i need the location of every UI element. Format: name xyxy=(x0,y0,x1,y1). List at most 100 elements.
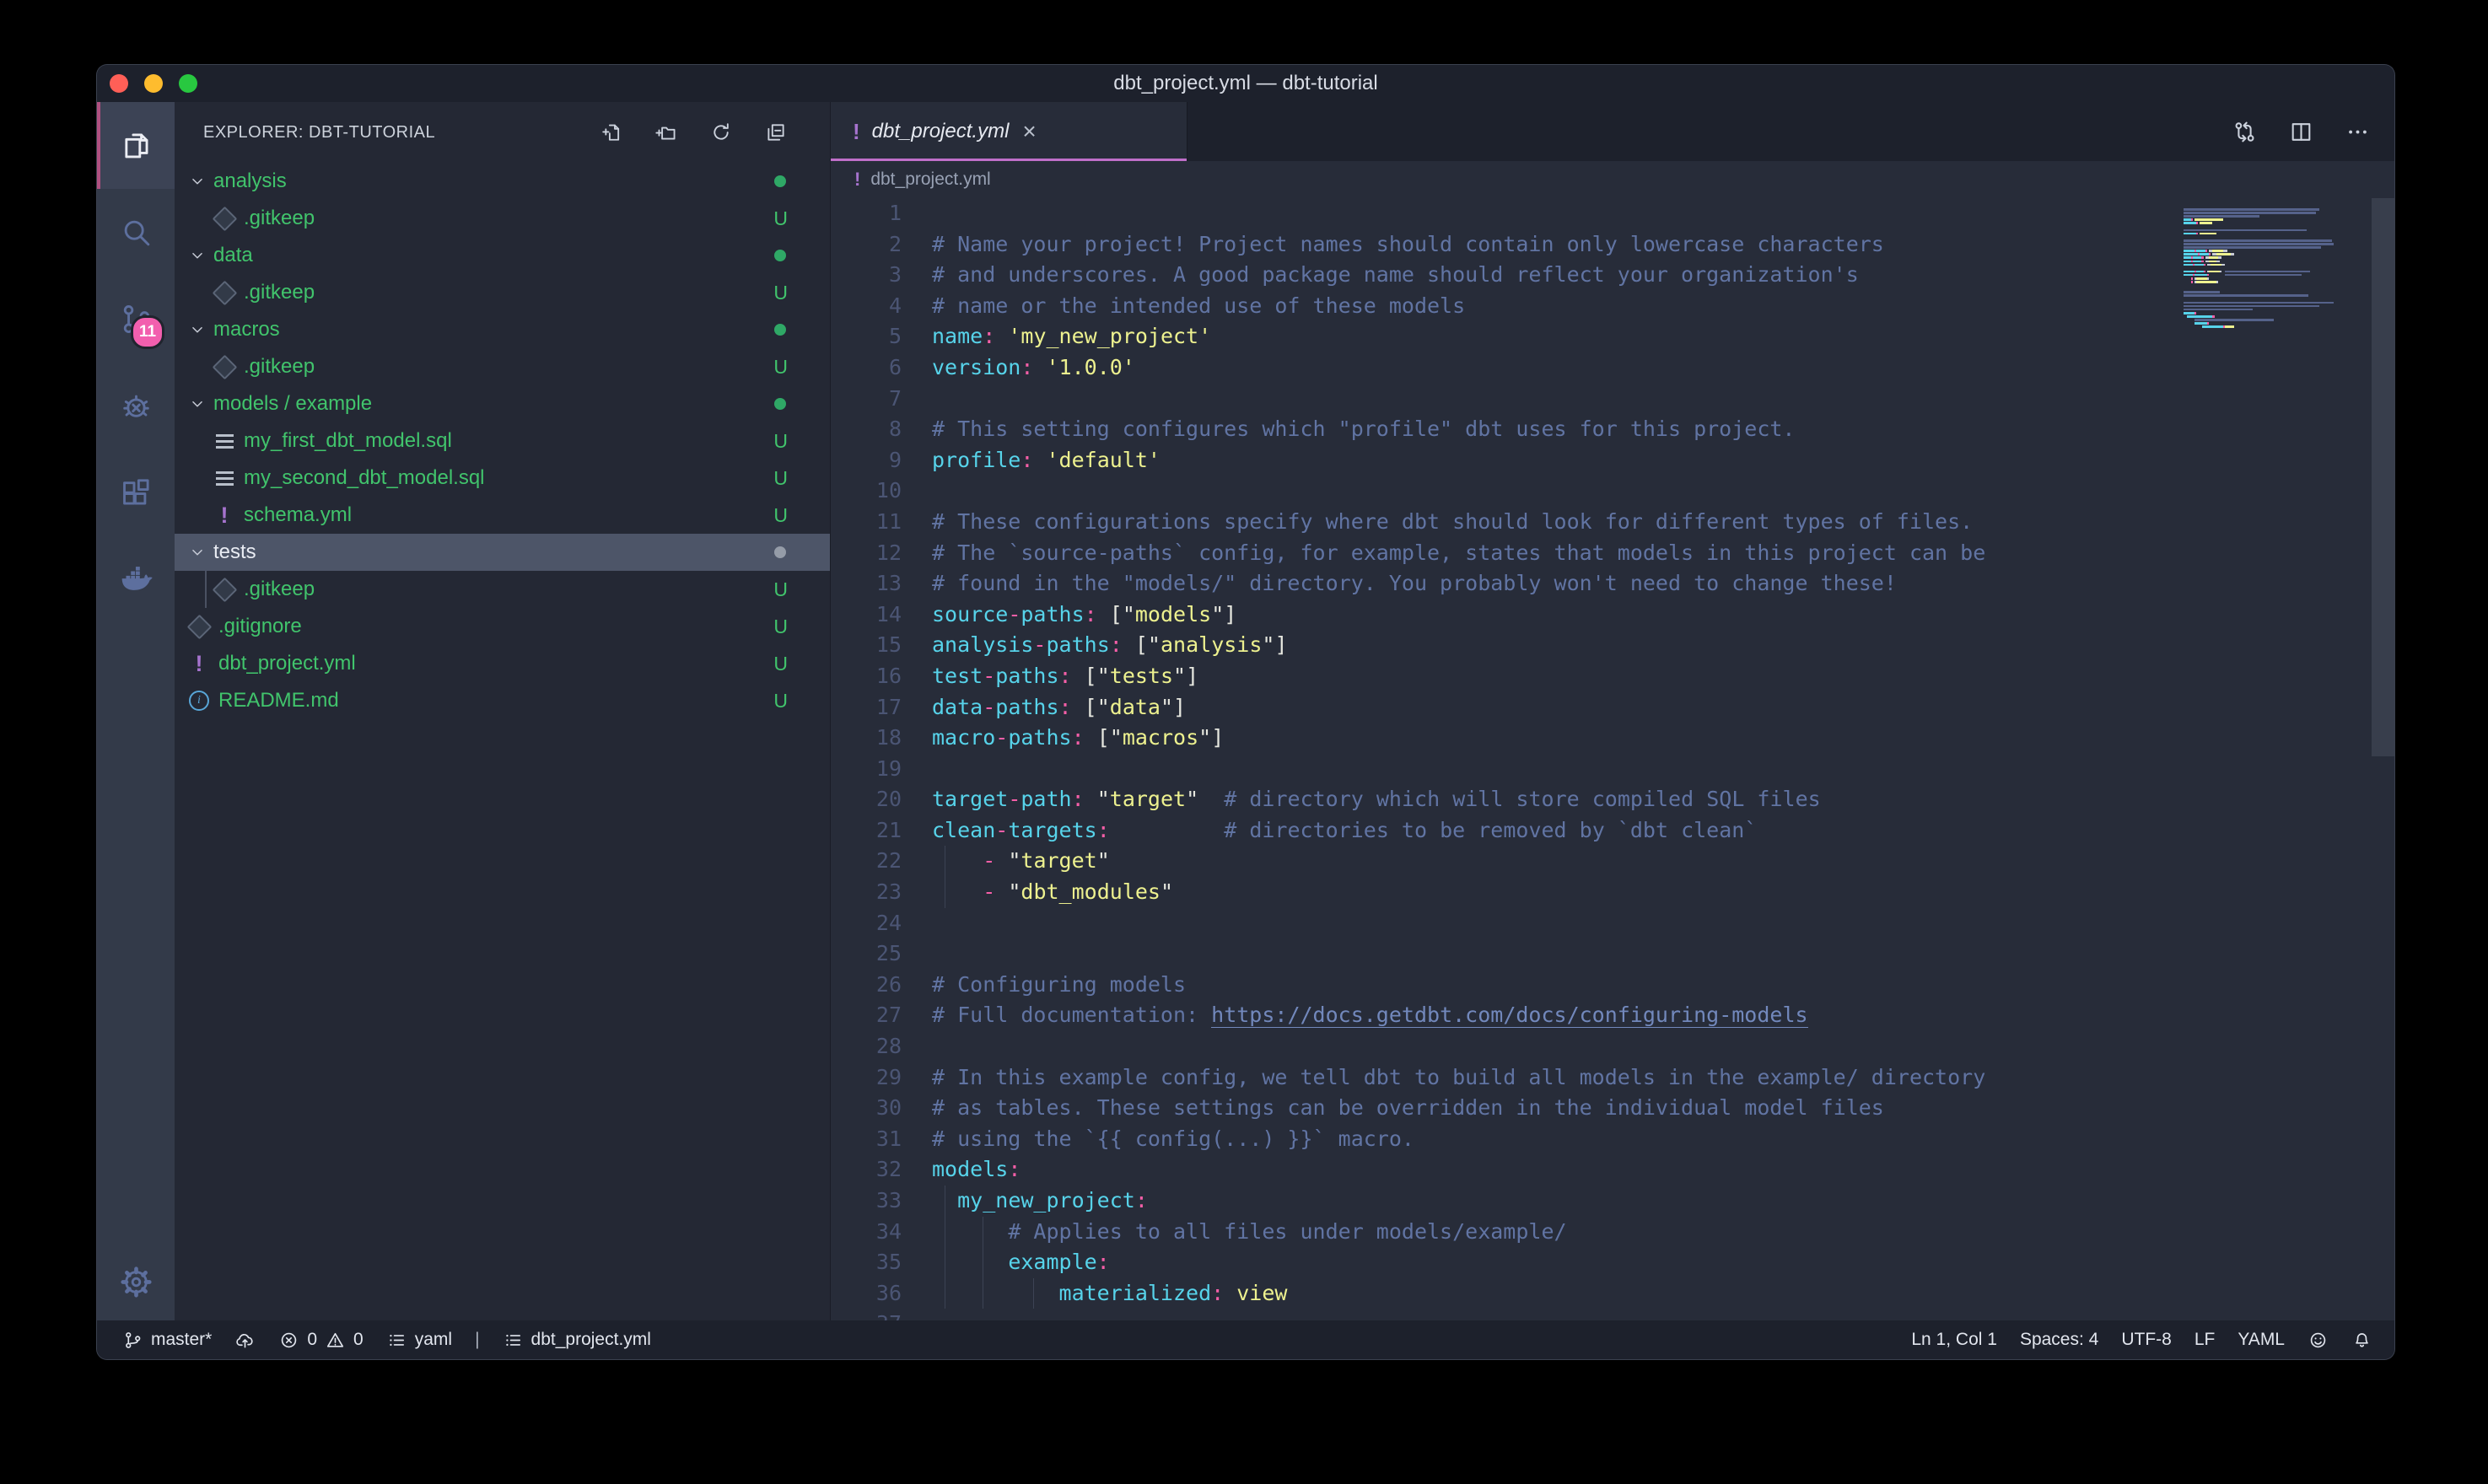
activity-item-source-control[interactable]: 11 xyxy=(97,276,175,363)
code-line-34[interactable]: 34 # Applies to all files under models/e… xyxy=(831,1217,2394,1248)
tab-dbt-project-yml[interactable]: ! dbt_project.yml × xyxy=(831,102,1187,161)
code-line-18[interactable]: 18macro-paths: ["macros"] xyxy=(831,723,2394,754)
zoom-window-button[interactable] xyxy=(179,74,197,93)
line-content: - "target" xyxy=(932,846,1110,877)
code-line-7[interactable]: 7 xyxy=(831,384,2394,415)
tree-item-gitignore[interactable]: .gitignoreU xyxy=(175,608,830,645)
new-file-button[interactable] xyxy=(600,121,623,144)
activity-item-run-debug[interactable] xyxy=(97,363,175,449)
close-window-button[interactable] xyxy=(110,74,128,93)
code-line-16[interactable]: 16test-paths: ["tests"] xyxy=(831,661,2394,692)
code-token: - xyxy=(995,818,1008,842)
status-active-file-indicator[interactable]: dbt_project.yml xyxy=(503,1330,651,1351)
code-line-11[interactable]: 11# These configurations specify where d… xyxy=(831,507,2394,538)
code-line-4[interactable]: 4# name or the intended use of these mod… xyxy=(831,291,2394,322)
status-eol[interactable]: LF xyxy=(2195,1330,2216,1350)
tree-item-label: data xyxy=(213,244,253,267)
code-line-2[interactable]: 2# Name your project! Project names shou… xyxy=(831,229,2394,261)
line-content: macro-paths: ["macros"] xyxy=(932,723,1224,754)
code-token: " xyxy=(1161,879,1173,904)
code-token xyxy=(932,1250,1008,1274)
minimap[interactable] xyxy=(2184,205,2362,332)
editor-scrollbar-thumb[interactable] xyxy=(2372,198,2394,756)
activity-item-docker[interactable] xyxy=(97,536,175,623)
status-sync[interactable] xyxy=(234,1330,256,1351)
code-line-13[interactable]: 13# found in the "models/" directory. Yo… xyxy=(831,568,2394,600)
code-line-26[interactable]: 26# Configuring models xyxy=(831,970,2394,1001)
code-line-29[interactable]: 29# In this example config, we tell dbt … xyxy=(831,1062,2394,1094)
status-notifications[interactable] xyxy=(2351,1330,2372,1351)
line-number: 21 xyxy=(831,815,902,847)
status-lang-indicator[interactable]: yaml xyxy=(386,1330,452,1351)
tree-item-gitkeep[interactable]: .gitkeepU xyxy=(175,571,830,608)
new-folder-button[interactable] xyxy=(654,121,678,144)
breadcrumb[interactable]: ! dbt_project.yml xyxy=(831,161,2394,198)
code-line-10[interactable]: 10 xyxy=(831,476,2394,507)
code-line-15[interactable]: 15analysis-paths: ["analysis"] xyxy=(831,630,2394,661)
activity-item-search[interactable] xyxy=(97,189,175,276)
tree-item-data[interactable]: data xyxy=(175,237,830,274)
activity-item-extensions[interactable] xyxy=(97,449,175,536)
tree-item-tests[interactable]: tests xyxy=(175,534,830,571)
split-editor-button[interactable] xyxy=(2288,119,2314,145)
code-line-28[interactable]: 28 xyxy=(831,1031,2394,1062)
code-line-8[interactable]: 8# This setting configures which "profil… xyxy=(831,414,2394,445)
code-line-35[interactable]: 35 example: xyxy=(831,1247,2394,1278)
minimap-line xyxy=(2184,253,2362,255)
code-token: paths xyxy=(1008,725,1071,750)
status-cursor-position[interactable]: Ln 1, Col 1 xyxy=(1911,1330,1997,1350)
code-token xyxy=(995,848,1008,873)
collapse-all-button[interactable] xyxy=(764,121,788,144)
status-feedback[interactable] xyxy=(2308,1330,2329,1351)
status-encoding[interactable]: UTF-8 xyxy=(2121,1330,2172,1350)
tree-item-dbt-project-yml[interactable]: !dbt_project.ymlU xyxy=(175,645,830,682)
code-line-24[interactable]: 24 xyxy=(831,908,2394,939)
more-actions-button[interactable] xyxy=(2345,119,2371,145)
search-icon xyxy=(118,214,154,250)
code-editor[interactable]: 12# Name your project! Project names sho… xyxy=(831,198,2394,1320)
tree-item-readme-md[interactable]: iREADME.mdU xyxy=(175,682,830,719)
code-line-22[interactable]: 22 - "target" xyxy=(831,846,2394,877)
code-line-1[interactable]: 1 xyxy=(831,198,2394,229)
tree-item-label: .gitkeep xyxy=(244,578,315,601)
tree-item-models-example[interactable]: models / example xyxy=(175,385,830,422)
code-line-20[interactable]: 20target-path: "target" # directory whic… xyxy=(831,784,2394,815)
code-line-36[interactable]: 36 materialized: view xyxy=(831,1278,2394,1309)
code-line-33[interactable]: 33 my_new_project: xyxy=(831,1186,2394,1217)
activity-item-explorer[interactable] xyxy=(97,102,175,189)
code-line-25[interactable]: 25 xyxy=(831,938,2394,970)
tree-item-analysis[interactable]: analysis xyxy=(175,163,830,200)
code-line-31[interactable]: 31# using the `{{ config(...) }}` macro. xyxy=(831,1124,2394,1155)
minimize-window-button[interactable] xyxy=(144,74,163,93)
status-indentation[interactable]: Spaces: 4 xyxy=(2020,1330,2098,1350)
status-git-branch[interactable]: master* xyxy=(122,1330,212,1351)
code-line-19[interactable]: 19 xyxy=(831,754,2394,785)
code-line-6[interactable]: 6version: '1.0.0' xyxy=(831,352,2394,384)
tree-item-schema-yml[interactable]: !schema.ymlU xyxy=(175,497,830,534)
open-changes-button[interactable] xyxy=(2232,119,2258,145)
breadcrumb-item-file: dbt_project.yml xyxy=(870,169,990,190)
code-line-5[interactable]: 5name: 'my_new_project' xyxy=(831,321,2394,352)
code-line-21[interactable]: 21clean-targets: # directories to be rem… xyxy=(831,815,2394,847)
code-line-14[interactable]: 14source-paths: ["models"] xyxy=(831,600,2394,631)
status-problems[interactable]: 00 xyxy=(278,1330,363,1351)
tree-item-gitkeep[interactable]: .gitkeepU xyxy=(175,348,830,385)
code-line-9[interactable]: 9profile: 'default' xyxy=(831,445,2394,476)
activity-item-settings[interactable] xyxy=(97,1243,175,1320)
tree-item-gitkeep[interactable]: .gitkeepU xyxy=(175,200,830,237)
code-line-17[interactable]: 17data-paths: ["data"] xyxy=(831,692,2394,723)
code-line-3[interactable]: 3# and underscores. A good package name … xyxy=(831,260,2394,291)
tab-close-icon[interactable]: × xyxy=(1022,120,1036,143)
tree-item-macros[interactable]: macros xyxy=(175,311,830,348)
code-line-23[interactable]: 23 - "dbt_modules" xyxy=(831,877,2394,908)
tree-item-my-first-dbt-model-sql[interactable]: my_first_dbt_model.sqlU xyxy=(175,422,830,460)
code-line-37[interactable]: 37 xyxy=(831,1309,2394,1320)
code-line-32[interactable]: 32models: xyxy=(831,1154,2394,1186)
tree-item-gitkeep[interactable]: .gitkeepU xyxy=(175,274,830,311)
code-line-30[interactable]: 30# as tables. These settings can be ove… xyxy=(831,1093,2394,1124)
tree-item-my-second-dbt-model-sql[interactable]: my_second_dbt_model.sqlU xyxy=(175,460,830,497)
code-line-12[interactable]: 12# The `source-paths` config, for examp… xyxy=(831,538,2394,569)
code-line-27[interactable]: 27# Full documentation: https://docs.get… xyxy=(831,1000,2394,1031)
status-language-mode[interactable]: YAML xyxy=(2238,1330,2285,1350)
refresh-button[interactable] xyxy=(709,121,733,144)
